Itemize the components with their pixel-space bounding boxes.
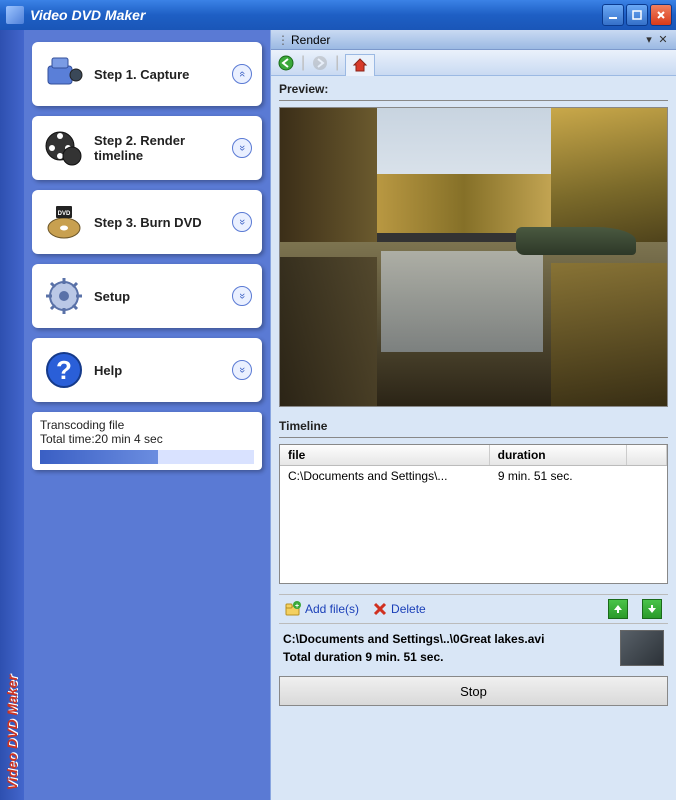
summary-path: C:\Documents and Settings\..\0Great lake… (283, 630, 612, 648)
gripper-icon[interactable]: ⋮ (277, 33, 287, 47)
maximize-icon (632, 10, 642, 20)
panel-menu-button[interactable]: ▾ (642, 33, 656, 46)
cell-duration: 9 min. 51 sec. (490, 469, 627, 483)
forward-button[interactable] (311, 54, 329, 72)
progress-bar (40, 450, 254, 464)
col-spacer (627, 445, 667, 465)
sidebar-item-label: Step 2. Render timeline (94, 133, 232, 163)
sidebar-item-setup[interactable]: Setup » (32, 264, 262, 328)
panel-close-button[interactable]: ✕ (656, 33, 670, 46)
preview-area (279, 107, 668, 407)
home-tab[interactable] (345, 54, 375, 76)
brand-text: Video DVD Maker (4, 675, 20, 790)
titlebar: Video DVD Maker (0, 0, 676, 30)
actions-row: + Add file(s) Delete (279, 594, 668, 624)
forward-icon (312, 55, 328, 71)
film-reel-icon (42, 126, 86, 170)
status-line-2: Total time:20 min 4 sec (40, 432, 254, 446)
maximize-button[interactable] (626, 4, 648, 26)
table-body: C:\Documents and Settings\... 9 min. 51 … (280, 466, 667, 583)
back-button[interactable] (277, 54, 295, 72)
move-up-button[interactable] (608, 599, 628, 619)
sidebar-item-burn[interactable]: DVD Step 3. Burn DVD » (32, 190, 262, 254)
back-icon (278, 55, 294, 71)
summary-duration: Total duration 9 min. 51 sec. (283, 648, 612, 666)
sidebar-item-help[interactable]: ? Help » (32, 338, 262, 402)
col-duration[interactable]: duration (490, 445, 627, 465)
app-icon (6, 6, 24, 24)
arrow-up-icon (613, 604, 623, 614)
add-file-icon: + (285, 601, 301, 617)
minimize-icon (608, 10, 618, 20)
chevron-down-icon: » (232, 138, 252, 158)
chevron-down-icon: » (232, 360, 252, 380)
table-row[interactable]: C:\Documents and Settings\... 9 min. 51 … (280, 466, 667, 486)
burn-dvd-icon: DVD (42, 200, 86, 244)
sidebar-item-label: Help (94, 363, 232, 378)
stop-button[interactable]: Stop (279, 676, 668, 706)
brand-strip: Video DVD Maker (0, 30, 24, 800)
chevron-down-icon: » (232, 286, 252, 306)
main-panel: ⋮ Render ▾ ✕ | | Preview: (270, 30, 676, 800)
sidebar-item-label: Setup (94, 289, 232, 304)
camcorder-icon (42, 52, 86, 96)
render-header: ⋮ Render ▾ ✕ (271, 30, 676, 50)
window-title: Video DVD Maker (30, 7, 602, 23)
chevron-down-icon: » (232, 212, 252, 232)
sidebar-item-label: Step 1. Capture (94, 67, 232, 82)
close-icon (656, 10, 666, 20)
summary-thumbnail (620, 630, 664, 666)
timeline-heading: Timeline (279, 417, 668, 438)
table-header: file duration (280, 445, 667, 466)
help-icon: ? (42, 348, 86, 392)
svg-text:?: ? (56, 355, 72, 385)
timeline-table: file duration C:\Documents and Settings\… (279, 444, 668, 584)
sidebar-item-capture[interactable]: Step 1. Capture « (32, 42, 262, 106)
sidebar: Step 1. Capture « Step 2. Render timelin… (24, 30, 270, 800)
progress-fill (40, 450, 158, 464)
sidebar-item-label: Step 3. Burn DVD (94, 215, 232, 230)
minimize-button[interactable] (602, 4, 624, 26)
delete-icon (373, 602, 387, 616)
status-line-1: Transcoding file (40, 418, 254, 432)
col-file[interactable]: file (280, 445, 490, 465)
chevron-up-icon: « (232, 64, 252, 84)
sidebar-item-render[interactable]: Step 2. Render timeline » (32, 116, 262, 180)
gear-icon (42, 274, 86, 318)
home-icon (352, 57, 368, 73)
cell-file: C:\Documents and Settings\... (280, 469, 490, 483)
summary-row: C:\Documents and Settings\..\0Great lake… (279, 624, 668, 672)
add-files-button[interactable]: + Add file(s) (285, 601, 359, 617)
arrow-down-icon (647, 604, 657, 614)
render-label: Render (291, 33, 330, 47)
status-panel: Transcoding file Total time:20 min 4 sec (32, 412, 262, 470)
delete-button[interactable]: Delete (373, 602, 426, 616)
preview-heading: Preview: (279, 80, 668, 101)
svg-text:DVD: DVD (58, 211, 71, 217)
toolbar: | | (271, 50, 676, 76)
svg-text:+: + (295, 603, 299, 610)
close-button[interactable] (650, 4, 672, 26)
move-down-button[interactable] (642, 599, 662, 619)
